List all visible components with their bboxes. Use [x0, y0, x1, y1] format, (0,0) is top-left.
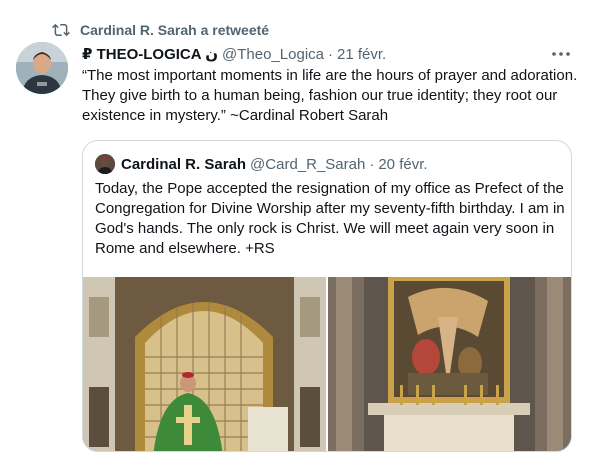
author-name[interactable]: ₽ THEO-LOGICA ن [82, 45, 218, 63]
separator-dot: · [328, 45, 333, 63]
avatar-image [16, 42, 68, 94]
author-handle[interactable]: @Theo_Logica [222, 46, 324, 63]
quote-date[interactable]: 20 févr. [378, 156, 427, 173]
retweet-label: Cardinal R. Sarah a retweeté [80, 22, 270, 38]
quote-text: Today, the Pope accepted the resignation… [95, 180, 565, 257]
more-icon[interactable] [550, 44, 572, 64]
avatar[interactable] [16, 42, 68, 94]
tweet-date[interactable]: 21 févr. [337, 46, 386, 63]
photo-chapel-mass[interactable] [83, 277, 326, 451]
separator-dot: · [369, 155, 375, 173]
quote-author-name[interactable]: Cardinal R. Sarah [121, 156, 246, 173]
photo-altar-painting[interactable] [328, 277, 571, 451]
quoted-tweet[interactable]: Cardinal R. Sarah @Card_R_Sarah · 20 fév… [82, 140, 572, 452]
retweet-context[interactable]: Cardinal R. Sarah a retweeté [52, 20, 269, 40]
tweet-header: ₽ THEO-LOGICA ن @Theo_Logica · 21 févr. [82, 44, 580, 64]
tweet-text: “The most important moments in life are … [82, 67, 578, 124]
quote-author-handle[interactable]: @Card_R_Sarah [250, 156, 365, 173]
quote-header: Cardinal R. Sarah @Card_R_Sarah · 20 fév… [95, 153, 428, 175]
retweet-icon [52, 23, 70, 37]
quote-avatar [95, 154, 115, 174]
